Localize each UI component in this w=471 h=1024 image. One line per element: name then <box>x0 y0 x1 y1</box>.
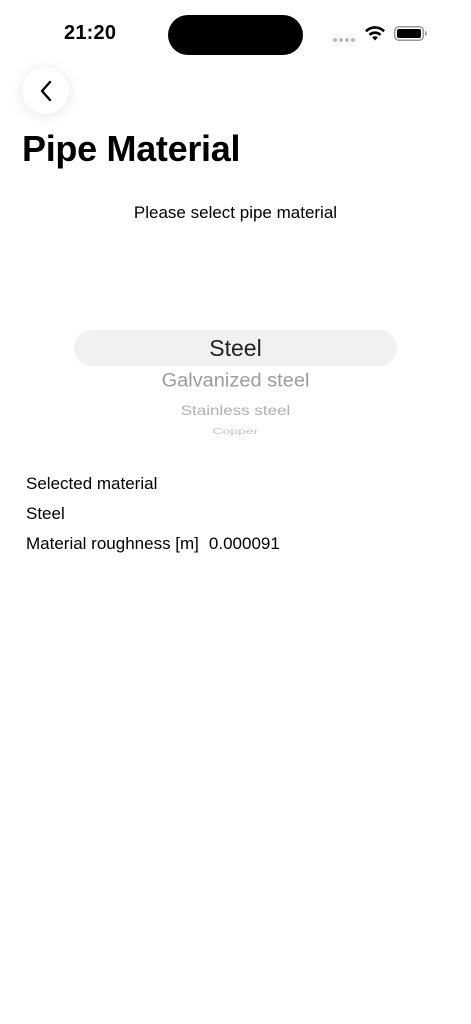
wifi-icon <box>365 26 385 41</box>
select-prompt: Please select pipe material <box>133 203 338 222</box>
picker-option[interactable]: Stainless steel <box>74 403 397 419</box>
cellular-signal-icon <box>333 38 357 42</box>
back-button[interactable] <box>22 67 69 114</box>
selected-material-label: Selected material <box>26 474 158 493</box>
picker-option[interactable]: Copper <box>74 426 397 436</box>
material-picker[interactable]: Steel Galvanized steel Stainless steel C… <box>74 300 397 450</box>
roughness-value: 0.000091 <box>208 534 280 553</box>
picker-option-selected[interactable]: Steel <box>74 335 397 362</box>
roughness-row: Material roughness [m] 0.000091 <box>26 534 280 564</box>
status-bar: 21:20 <box>0 0 471 70</box>
dynamic-island <box>168 15 303 55</box>
battery-icon <box>394 26 427 41</box>
selection-info: Selected material Steel Material roughne… <box>26 474 280 564</box>
status-time: 21:20 <box>64 22 117 44</box>
selected-material-value: Steel <box>26 504 65 523</box>
picker-option[interactable]: Galvanized steel <box>74 371 397 393</box>
page-title: Pipe Material <box>22 128 241 169</box>
chevron-left-icon <box>40 80 51 101</box>
roughness-label: Material roughness [m] <box>26 534 199 553</box>
